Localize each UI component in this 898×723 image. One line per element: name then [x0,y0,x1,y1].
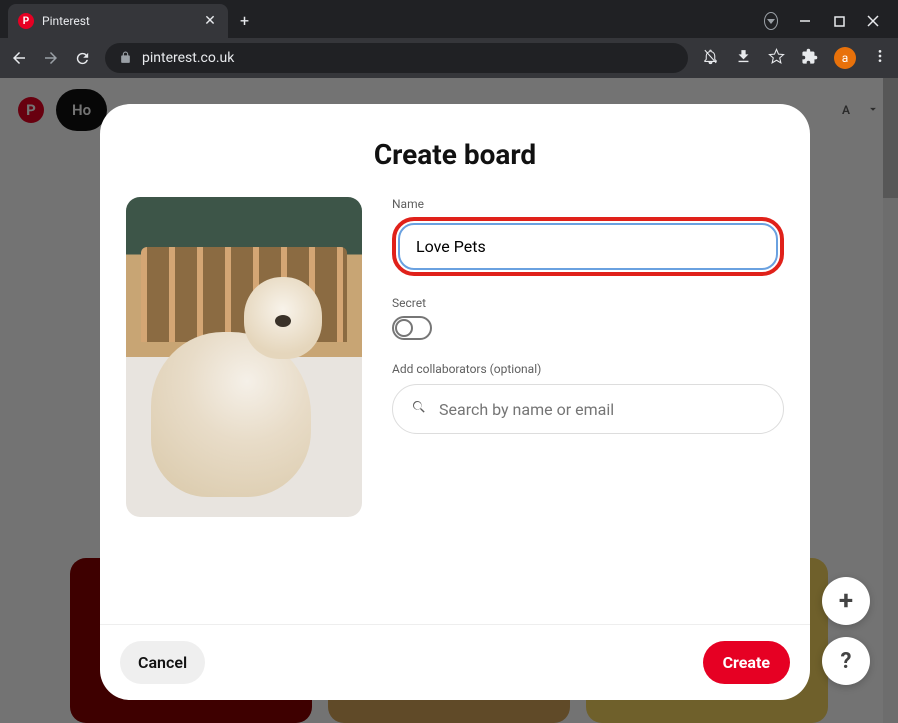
collaborators-label: Add collaborators (optional) [392,362,784,376]
download-icon[interactable] [735,48,752,69]
lock-icon [119,49,132,68]
name-label: Name [392,197,784,211]
help-fab[interactable]: ? [822,637,870,685]
browser-toolbar: pinterest.co.uk a [0,38,898,78]
add-fab[interactable]: + [822,577,870,625]
collaborator-search[interactable] [392,384,784,434]
browser-menu-icon[interactable] [872,48,888,68]
url-text: pinterest.co.uk [142,50,234,66]
extensions-icon[interactable] [801,48,818,69]
search-icon [411,399,427,419]
browser-avatar[interactable]: a [834,47,856,69]
forward-button[interactable] [42,49,60,67]
name-field-highlight [392,217,784,276]
bookmark-star-icon[interactable] [768,48,785,69]
browser-tab[interactable]: P Pinterest ✕ [8,4,228,38]
window-controls [764,14,898,38]
back-button[interactable] [10,49,28,67]
new-tab-button[interactable]: + [240,11,249,30]
pinterest-favicon: P [18,13,34,29]
profile-dropdown-icon[interactable] [764,14,778,28]
modal-title: Create board [100,104,810,197]
browser-titlebar: P Pinterest ✕ + [0,0,898,38]
reload-button[interactable] [74,50,91,67]
close-tab-icon[interactable]: ✕ [202,13,218,29]
pin-thumbnail [126,197,362,517]
minimize-icon[interactable] [798,14,812,28]
close-window-icon[interactable] [866,14,880,28]
collaborator-input[interactable] [439,400,765,419]
secret-toggle[interactable] [392,316,432,340]
cancel-button[interactable]: Cancel [120,641,205,684]
create-button[interactable]: Create [703,641,790,684]
address-bar[interactable]: pinterest.co.uk [105,43,688,73]
board-name-input[interactable] [400,225,776,268]
maximize-icon[interactable] [832,14,846,28]
notifications-muted-icon[interactable] [702,48,719,69]
create-board-modal: Create board Name Secret Add collaborato… [100,104,810,700]
tab-title: Pinterest [42,14,194,28]
secret-label: Secret [392,296,784,310]
